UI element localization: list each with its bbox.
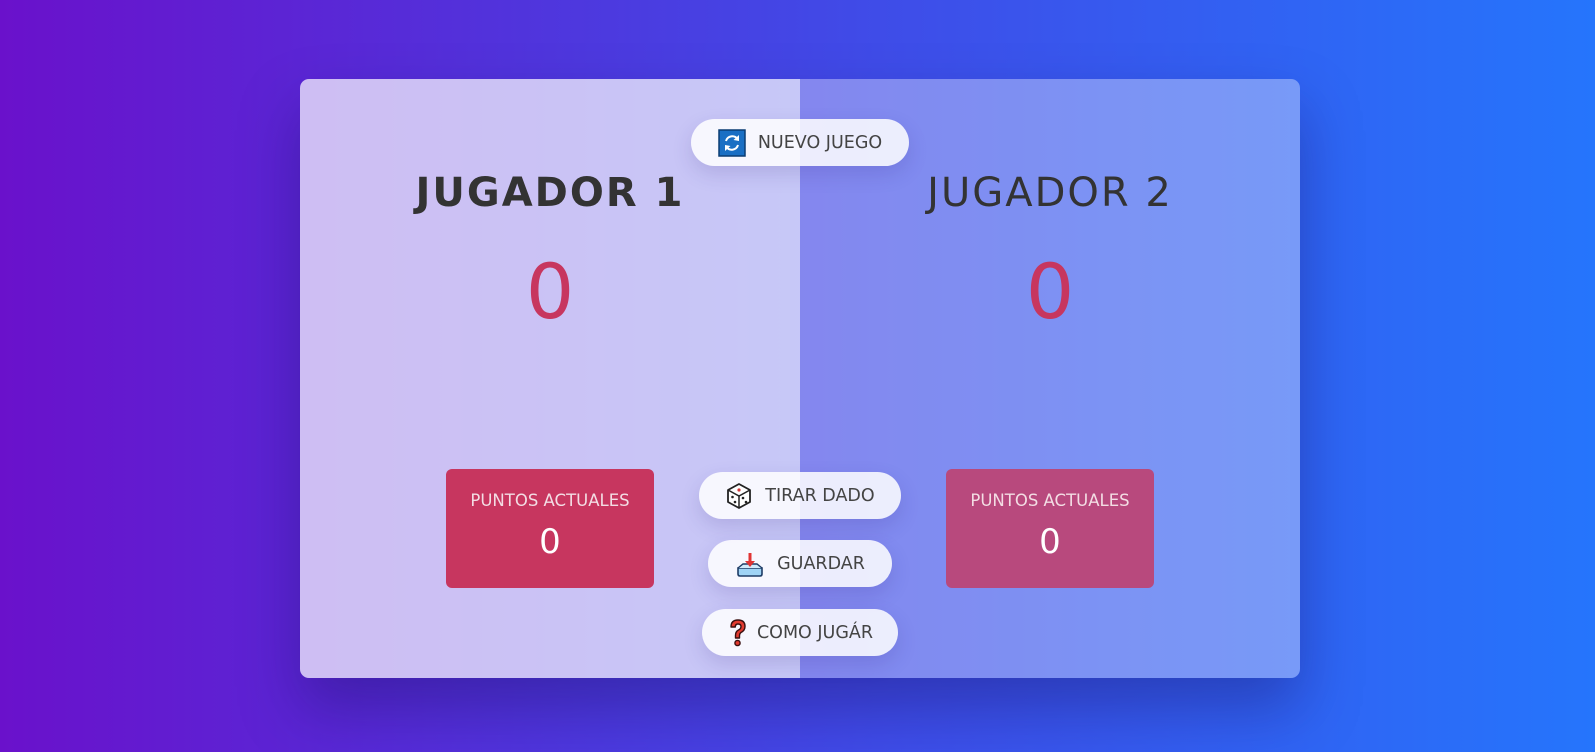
- new-game-label: NUEVO JUEGO: [757, 132, 883, 153]
- roll-dice-label: TIRAR DADO: [765, 485, 875, 506]
- player-1-name: JUGADOR 1: [415, 170, 685, 216]
- save-icon: [735, 550, 765, 578]
- player-2-panel: JUGADOR 2 0 PUNTOS ACTUALES 0: [800, 79, 1300, 678]
- game-board: JUGADOR 1 0 PUNTOS ACTUALES 0 JUGADOR 2 …: [300, 79, 1300, 678]
- player-2-current-label: PUNTOS ACTUALES: [970, 491, 1130, 510]
- roll-dice-button[interactable]: TIRAR DADO: [699, 472, 901, 519]
- player-1-panel: JUGADOR 1 0 PUNTOS ACTUALES 0: [300, 79, 800, 678]
- dice-icon: [725, 482, 753, 510]
- player-1-current-box: PUNTOS ACTUALES 0: [446, 469, 654, 588]
- hold-button[interactable]: GUARDAR: [708, 540, 892, 587]
- player-1-score: 0: [525, 247, 575, 336]
- player-1-current-value: 0: [539, 522, 561, 562]
- how-to-play-button[interactable]: COMO JUGÁR: [702, 609, 898, 656]
- player-2-name: JUGADOR 2: [927, 170, 1173, 216]
- how-to-play-label: COMO JUGÁR: [756, 622, 874, 643]
- player-2-current-value: 0: [1039, 522, 1061, 562]
- player-2-current-box: PUNTOS ACTUALES 0: [946, 469, 1154, 588]
- question-icon: [727, 618, 749, 648]
- player-2-score: 0: [1025, 247, 1075, 336]
- new-game-button[interactable]: NUEVO JUEGO: [691, 119, 909, 166]
- hold-label: GUARDAR: [777, 553, 865, 574]
- refresh-icon: [718, 128, 746, 157]
- player-1-current-label: PUNTOS ACTUALES: [470, 491, 630, 510]
